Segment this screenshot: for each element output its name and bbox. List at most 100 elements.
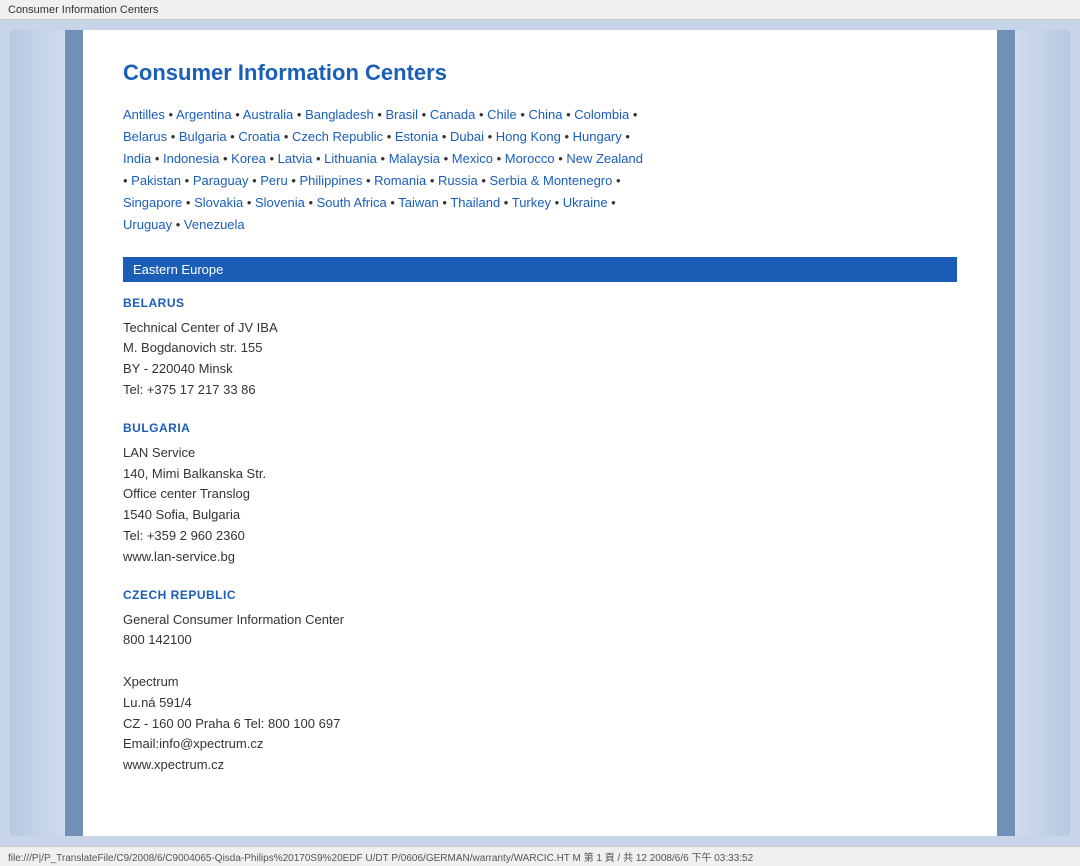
sep: • [232, 107, 243, 122]
link-romania[interactable]: Romania [374, 173, 426, 188]
sep: • [151, 151, 163, 166]
link-antilles[interactable]: Antilles [123, 107, 165, 122]
sep: • [123, 173, 131, 188]
sep: • [475, 107, 487, 122]
sep: • [555, 151, 567, 166]
inner-sidebar-right [997, 30, 1015, 836]
link-morocco[interactable]: Morocco [505, 151, 555, 166]
status-bar-text: file:///P|/P_TranslateFile/C9/2008/6/C90… [8, 849, 753, 864]
sep: • [551, 195, 563, 210]
title-bar: Consumer Information Centers [0, 0, 1080, 20]
link-pakistan[interactable]: Pakistan [131, 173, 181, 188]
link-india[interactable]: India [123, 151, 151, 166]
main-layout: Consumer Information Centers Antilles • … [0, 20, 1080, 846]
link-venezuela[interactable]: Venezuela [184, 217, 245, 232]
links-section: Antilles • Argentina • Australia • Bangl… [123, 104, 957, 237]
sep: • [426, 173, 438, 188]
sep: • [608, 195, 616, 210]
link-turkey[interactable]: Turkey [512, 195, 551, 210]
link-singapore[interactable]: Singapore [123, 195, 182, 210]
sep: • [439, 195, 451, 210]
sep: • [440, 151, 452, 166]
link-malaysia[interactable]: Malaysia [389, 151, 440, 166]
link-argentina[interactable]: Argentina [176, 107, 232, 122]
sep: • [484, 129, 496, 144]
sep: • [383, 129, 395, 144]
link-korea[interactable]: Korea [231, 151, 266, 166]
page-title: Consumer Information Centers [123, 60, 957, 86]
country-heading-belarus: BELARUS [123, 296, 957, 310]
sidebar-right [1015, 30, 1070, 836]
inner-sidebar-left [65, 30, 83, 836]
sep: • [387, 195, 399, 210]
title-bar-text: Consumer Information Centers [8, 4, 158, 16]
sep: • [563, 107, 575, 122]
country-block-bulgaria: BULGARIA LAN Service 140, Mimi Balkanska… [123, 421, 957, 568]
link-australia[interactable]: Australia [243, 107, 294, 122]
link-slovenia[interactable]: Slovenia [255, 195, 305, 210]
country-heading-czech: CZECH REPUBLIC [123, 588, 957, 602]
sep: • [266, 151, 278, 166]
link-china[interactable]: China [529, 107, 563, 122]
link-indonesia[interactable]: Indonesia [163, 151, 219, 166]
sep: • [280, 129, 292, 144]
sep: • [288, 173, 300, 188]
link-croatia[interactable]: Croatia [238, 129, 280, 144]
link-hong-kong[interactable]: Hong Kong [496, 129, 561, 144]
status-bar: file:///P|/P_TranslateFile/C9/2008/6/C90… [0, 846, 1080, 866]
sep: • [182, 195, 194, 210]
country-info-belarus: Technical Center of JV IBA M. Bogdanovic… [123, 318, 957, 401]
sep: • [172, 217, 184, 232]
link-bangladesh[interactable]: Bangladesh [305, 107, 374, 122]
link-chile[interactable]: Chile [487, 107, 517, 122]
sep: • [377, 151, 389, 166]
sep: • [305, 195, 317, 210]
link-philippines[interactable]: Philippines [300, 173, 363, 188]
link-mexico[interactable]: Mexico [452, 151, 493, 166]
sep: • [181, 173, 193, 188]
link-lithuania[interactable]: Lithuania [324, 151, 377, 166]
sep: • [493, 151, 505, 166]
sep: • [374, 107, 386, 122]
sep: • [622, 129, 630, 144]
link-new-zealand[interactable]: New Zealand [566, 151, 643, 166]
link-thailand[interactable]: Thailand [450, 195, 500, 210]
sep: • [438, 129, 450, 144]
link-russia[interactable]: Russia [438, 173, 478, 188]
page-content: Consumer Information Centers Antilles • … [83, 30, 997, 836]
country-block-belarus: BELARUS Technical Center of JV IBA M. Bo… [123, 296, 957, 401]
sep: • [243, 195, 255, 210]
link-brasil[interactable]: Brasil [386, 107, 419, 122]
link-bulgaria[interactable]: Bulgaria [179, 129, 227, 144]
link-czech-republic[interactable]: Czech Republic [292, 129, 383, 144]
sep: • [500, 195, 512, 210]
link-south-africa[interactable]: South Africa [317, 195, 387, 210]
link-serbia[interactable]: Serbia & Montenegro [490, 173, 613, 188]
link-peru[interactable]: Peru [260, 173, 287, 188]
sep: • [478, 173, 490, 188]
sep: • [629, 107, 637, 122]
link-uruguay[interactable]: Uruguay [123, 217, 172, 232]
country-block-czech: CZECH REPUBLIC General Consumer Informat… [123, 588, 957, 776]
country-info-czech: General Consumer Information Center 800 … [123, 610, 957, 776]
sep: • [312, 151, 324, 166]
sep: • [418, 107, 430, 122]
link-taiwan[interactable]: Taiwan [398, 195, 438, 210]
sep: • [517, 107, 529, 122]
link-hungary[interactable]: Hungary [573, 129, 622, 144]
link-canada[interactable]: Canada [430, 107, 476, 122]
link-paraguay[interactable]: Paraguay [193, 173, 249, 188]
link-dubai[interactable]: Dubai [450, 129, 484, 144]
link-latvia[interactable]: Latvia [278, 151, 313, 166]
sep: • [362, 173, 374, 188]
link-estonia[interactable]: Estonia [395, 129, 438, 144]
country-info-bulgaria: LAN Service 140, Mimi Balkanska Str. Off… [123, 443, 957, 568]
link-slovakia[interactable]: Slovakia [194, 195, 243, 210]
sep: • [293, 107, 305, 122]
sep: • [248, 173, 260, 188]
link-ukraine[interactable]: Ukraine [563, 195, 608, 210]
link-belarus[interactable]: Belarus [123, 129, 167, 144]
sep: • [561, 129, 573, 144]
link-colombia[interactable]: Colombia [574, 107, 629, 122]
sep: • [167, 129, 179, 144]
